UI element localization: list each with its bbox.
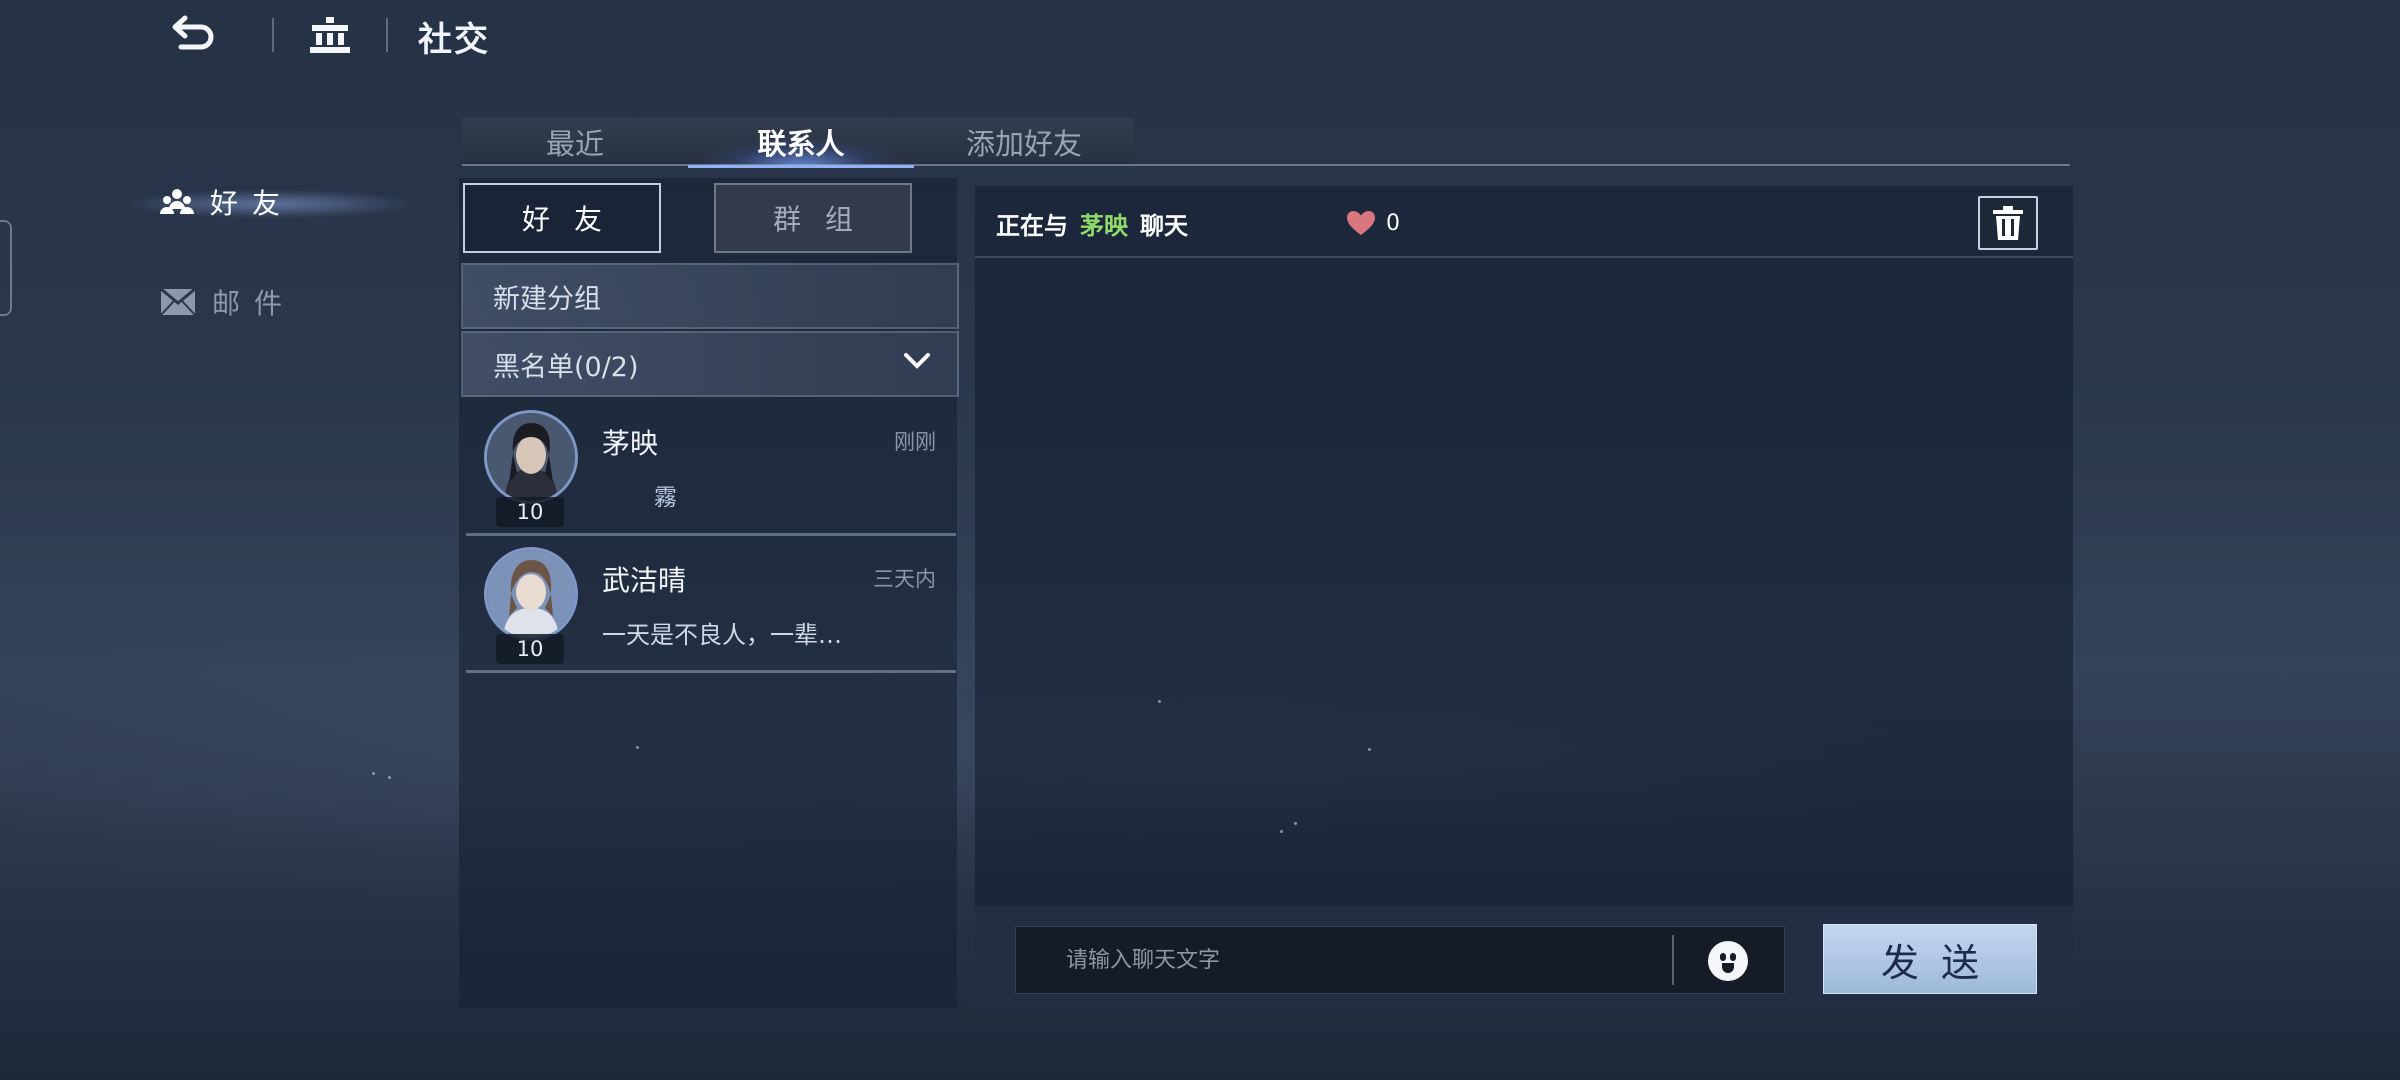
segment-groups-button[interactable]: 群组 [714,183,912,253]
tab-contacts[interactable]: 联系人 [688,118,914,168]
nav-item-mail[interactable]: 邮件 [160,272,460,332]
home-button[interactable] [302,12,358,58]
chat-partner-name[interactable]: 茅映 [1080,212,1128,240]
contact-name: 茅映 [602,427,659,460]
side-edge-tab[interactable] [0,220,12,316]
topbar-divider [272,18,274,52]
trash-icon [1993,206,2023,240]
affinity-count: 0 [1386,210,1400,236]
topbar-divider [386,18,388,52]
avatar[interactable] [484,410,578,504]
blacklist-row[interactable]: 黑名单(0/2) [461,331,959,397]
new-group-button[interactable]: 新建分组 [461,263,959,329]
nav-item-friends[interactable]: 好友 [160,172,460,232]
new-group-label: 新建分组 [493,283,601,315]
nav-label-friends: 好友 [210,187,295,220]
send-button[interactable]: 发送 [1823,924,2037,994]
tab-underline [462,164,2070,166]
emoji-button[interactable] [1708,941,1748,981]
page-title: 社交 [418,20,490,60]
input-divider [1672,935,1674,985]
chat-status: 正在与 茅映 聊天 [996,206,1188,241]
back-arrow-icon [172,15,214,50]
list-divider [466,533,956,536]
blacklist-label: 黑名单(0/2) [493,351,639,383]
segment-friends-button[interactable]: 好友 [463,183,661,253]
tab-recent[interactable]: 最近 [462,118,688,166]
mail-icon [160,288,196,316]
chevron-down-icon[interactable] [903,351,931,371]
sparkle [1294,822,1297,825]
tab-bar: 最近 联系人 添加好友 [462,118,1134,168]
sparkle [388,776,391,779]
chat-status-prefix: 正在与 [996,212,1068,240]
contact-list-item[interactable]: 10 茅映 刚刚 霧 [466,400,956,536]
affinity-indicator: 0 [1346,210,1400,236]
chat-panel [975,186,2073,1010]
sparkle [636,746,639,749]
contact-last-message: 一天是不良人，一辈… [602,621,842,649]
friends-icon [160,189,194,214]
sparkle [372,772,375,775]
emoji-eye [1730,953,1736,961]
heart-icon [1347,211,1375,235]
level-badge: 10 [496,634,564,664]
contact-time: 三天内 [873,567,936,591]
nav-label-mail: 邮件 [212,287,297,320]
contact-list-item[interactable]: 10 武洁晴 三天内 一天是不良人，一辈… [466,537,956,673]
level-badge: 10 [496,497,564,527]
tab-add-friend[interactable]: 添加好友 [914,118,1134,166]
chat-status-suffix: 聊天 [1140,212,1188,240]
chat-input-wrapper [1015,926,1785,994]
sparkle [1158,700,1161,703]
back-button[interactable] [160,12,226,58]
character-portrait-icon [487,550,575,638]
avatar[interactable] [484,547,578,641]
emoji-eye [1720,953,1726,961]
delete-chat-button[interactable] [1978,196,2038,250]
list-divider [466,670,956,673]
chat-input[interactable] [1016,927,1671,993]
sparkle [1368,748,1371,751]
contact-time: 刚刚 [894,430,936,454]
character-portrait-icon [487,413,575,501]
contact-name: 武洁晴 [602,564,687,597]
sparkle [1280,830,1283,833]
contact-last-message: 霧 [654,485,677,511]
emoji-mouth [1722,963,1734,973]
pavilion-icon [310,17,350,53]
